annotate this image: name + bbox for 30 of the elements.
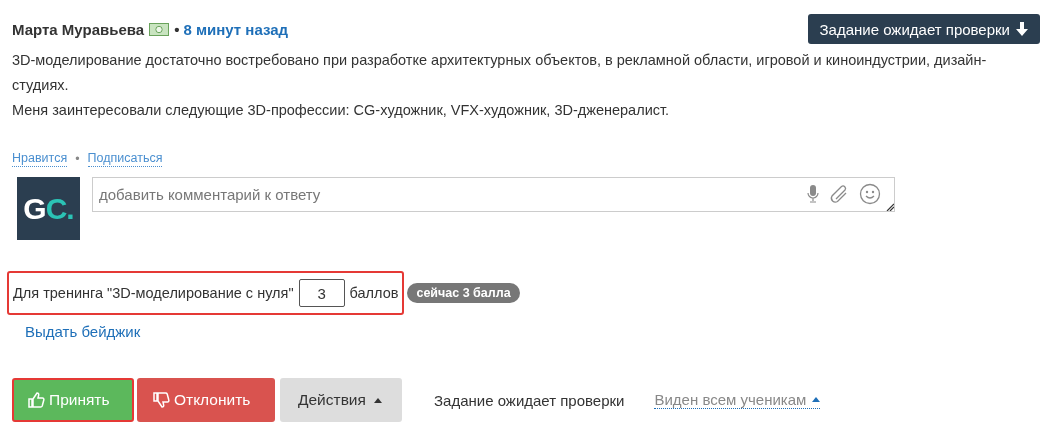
points-unit: баллов [349,285,399,301]
points-input[interactable]: 3 [298,279,345,307]
banknote-icon [149,22,170,36]
like-link[interactable]: Нравится [12,151,68,167]
points-badge: сейчас 3 балла [407,283,520,303]
comment-field[interactable]: добавить комментарий к ответу [92,177,895,212]
reject-button[interactable]: Отклонить [137,378,275,422]
answer-text: 3D-моделирование достаточно востребовано при разработке архитектурных объектов, в рекламной области, игровой и киноиндустрии, дизайн-студиях. [12,51,988,95]
status-text: Задание ожидает проверки [434,391,625,409]
paperclip-icon [829,184,849,204]
author-name: Марта Муравьева [12,20,145,38]
subscribe-link[interactable]: Подписаться [87,151,163,167]
caret-up-icon [812,397,821,402]
thumbs-down-icon [153,392,170,408]
actions-button[interactable]: Действия [280,378,402,422]
separator-dot: • [75,152,80,166]
status-button[interactable]: Задание ожидает проверки [807,14,1040,44]
visibility-dropdown[interactable]: Виден всем ученикам [654,391,821,409]
separator-dot: • [174,20,180,38]
caret-up-icon [373,397,382,403]
time-link[interactable]: 8 минут назад [183,20,289,38]
answer-text: Меня заинтересовали следующие 3D-профессии: CG-художник, VFX-художник, 3D-дженералист. [12,101,671,120]
points-label: Для тренинга "3D-моделирование с нуля" [13,285,294,301]
smiley-icon [859,183,881,205]
arrow-down-icon [1016,22,1028,36]
avatar-logo: GC. [17,177,80,240]
microphone-icon [807,185,819,203]
thumbs-up-icon [28,392,45,408]
resize-handle-icon [886,203,894,211]
give-badge-link[interactable]: Выдать бейджик [25,323,141,340]
